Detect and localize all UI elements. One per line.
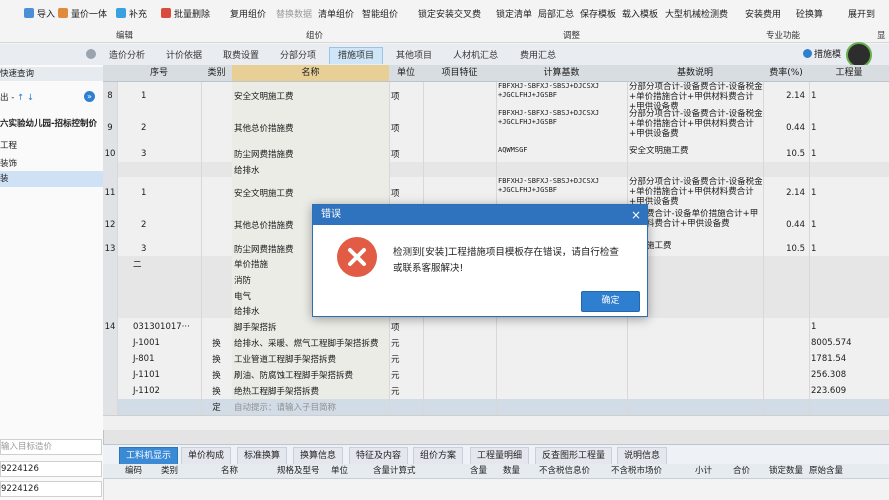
- btab-quantity-detail[interactable]: 工程量明细: [470, 447, 530, 465]
- bh-code: 编码: [125, 466, 143, 476]
- bh-type: 类别: [161, 466, 179, 476]
- arrow-down-icon[interactable]: ↓: [27, 93, 34, 103]
- btab-features[interactable]: 特征及内容: [349, 447, 409, 465]
- tree-item-install[interactable]: 装: [0, 171, 103, 187]
- supplement-icon: [116, 8, 126, 18]
- save-template-button[interactable]: 保存模板: [580, 8, 616, 22]
- bh-unit: 单位: [331, 466, 349, 476]
- btab-material[interactable]: 工料机显示: [119, 447, 179, 465]
- group-label-display: 显: [877, 31, 886, 41]
- tree-item-decoration[interactable]: 装饰: [0, 157, 17, 169]
- group-label-special: 专业功能: [766, 31, 801, 41]
- btab-unit-price[interactable]: 单价构成: [181, 447, 232, 465]
- bh-original: 原始含量: [809, 466, 844, 476]
- btab-reverse-lookup[interactable]: 反查图形工程量: [535, 447, 613, 465]
- error-icon: [337, 237, 377, 277]
- partial-summary-button[interactable]: 局部汇总: [538, 8, 574, 22]
- tab-fee-settings[interactable]: 取费设置: [215, 48, 267, 64]
- main-tabs: 造价分析 计价依据 取费设置 分部分项 措施项目 其他项目 人材机汇总 费用汇总…: [0, 42, 889, 68]
- delete-icon: [161, 8, 171, 18]
- dialog-message: 检测到[安装]工程措施项目模板存在错误，请自行检查或联系客服解决!: [393, 247, 619, 274]
- cost-value-1: 9224126: [0, 461, 102, 477]
- concrete-convert-button[interactable]: 砼换算: [796, 8, 823, 22]
- bh-subtotal: 小计: [695, 466, 713, 476]
- quick-query-header: 快速查询: [0, 67, 103, 81]
- close-icon[interactable]: ×: [631, 205, 641, 225]
- dialog-titlebar: 错误 ×: [313, 205, 647, 225]
- group-label-edit: 编辑: [116, 31, 134, 41]
- collapse-icon[interactable]: [86, 49, 96, 59]
- bh-name: 名称: [221, 466, 239, 476]
- import-button[interactable]: 导入: [24, 8, 55, 22]
- btab-convert-info[interactable]: 换算信息: [293, 447, 344, 465]
- ribbon-toolbar: 导入 量价一体 补充 批量删除 复用组价 替换数据 清单组价 智能组价 锁定安装…: [0, 0, 889, 43]
- bh-formula: 含量计算式: [373, 466, 416, 476]
- target-cost-input[interactable]: 输入目标造价: [0, 439, 102, 455]
- expand-to-button[interactable]: 展开到: [848, 8, 875, 22]
- bh-spec: 规格及型号: [277, 466, 320, 476]
- tab-sub-items[interactable]: 分部分项: [272, 48, 324, 64]
- quantity-price-button[interactable]: 量价一体: [58, 8, 107, 22]
- left-toolbar: 出 - ↑ ↓: [0, 93, 34, 103]
- group-label-adjust: 调整: [563, 31, 581, 41]
- bh-market-price: 不含税市场价: [611, 466, 663, 476]
- dialog-title: 错误: [321, 209, 341, 220]
- ok-button[interactable]: 确定: [581, 291, 640, 312]
- import-icon: [24, 8, 34, 18]
- left-panel: 快速查询 出 - ↑ ↓ » 六实验幼儿园-招标控制价 工程 装饰 装 输入目标…: [0, 65, 104, 500]
- bottom-table-header: 编码 类别 名称 规格及型号 单位 含量计算式 含量 数量 不含税信息价 不含税…: [103, 464, 889, 479]
- btab-standard-convert[interactable]: 标准换算: [237, 447, 288, 465]
- template-icon: [803, 49, 812, 58]
- collapse-all-icon[interactable]: »: [84, 91, 95, 102]
- project-name[interactable]: 六实验幼儿园-招标控制价: [0, 117, 97, 129]
- tab-fee-summary[interactable]: 费用汇总: [512, 48, 564, 64]
- group-label-price: 组价: [306, 31, 324, 41]
- cost-value-2: 9224126: [0, 481, 102, 497]
- reuse-price-button[interactable]: 复用组价: [230, 8, 266, 22]
- arrow-up-icon[interactable]: ↑: [17, 93, 24, 103]
- tab-material-summary[interactable]: 人材机汇总: [445, 48, 506, 64]
- tab-other-items[interactable]: 其他项目: [388, 48, 440, 64]
- btab-notes[interactable]: 说明信息: [617, 447, 668, 465]
- machine-fee-button[interactable]: 大型机械检测费: [665, 8, 728, 22]
- quantity-price-icon: [58, 8, 68, 18]
- bh-content: 含量: [470, 466, 488, 476]
- install-fee-button[interactable]: 安装费用: [745, 8, 781, 22]
- bottom-tabs: 工料机显示 单价构成 标准换算 换算信息 特征及内容 组价方案 工程量明细 反查…: [103, 444, 889, 465]
- lock-install-fee-button[interactable]: 锁定安装交叉费: [418, 8, 481, 22]
- supplement-button[interactable]: 补充: [116, 8, 147, 22]
- btab-price-plan[interactable]: 组价方案: [413, 447, 464, 465]
- tree-item-project[interactable]: 工程: [0, 139, 17, 151]
- tab-measures[interactable]: 措施项目: [329, 47, 384, 64]
- bh-total: 合价: [733, 466, 751, 476]
- error-dialog: 错误 × 检测到[安装]工程措施项目模板存在错误，请自行检查或联系客服解决! 确…: [312, 204, 648, 317]
- measure-template-button[interactable]: 措施模: [803, 48, 841, 62]
- load-template-button[interactable]: 载入模板: [622, 8, 658, 22]
- replace-data-button[interactable]: 替换数据: [276, 8, 312, 22]
- bh-info-price: 不含税信息价: [539, 466, 591, 476]
- bh-lock-count: 锁定数量: [769, 466, 804, 476]
- tab-cost-analysis[interactable]: 造价分析: [101, 48, 153, 64]
- smart-price-button[interactable]: 智能组价: [362, 8, 398, 22]
- list-price-button[interactable]: 清单组价: [318, 8, 354, 22]
- batch-delete-button[interactable]: 批量删除: [161, 8, 210, 22]
- bh-count: 数量: [503, 466, 521, 476]
- tab-pricing-basis[interactable]: 计价依据: [158, 48, 210, 64]
- lock-list-button[interactable]: 锁定清单: [496, 8, 532, 22]
